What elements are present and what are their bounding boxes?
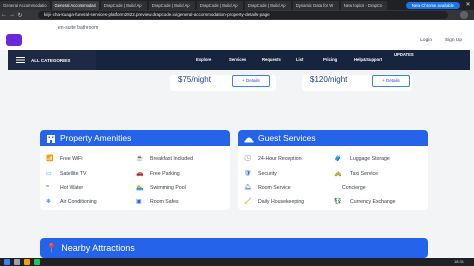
new-chrome-button[interactable]: New Chrome available <box>405 2 460 9</box>
explorer-icon[interactable] <box>24 259 30 265</box>
car-icon: 🚗 <box>136 171 144 177</box>
clock-icon: 🕓 <box>244 156 252 162</box>
menu-updates[interactable]: UPDATES <box>394 52 414 57</box>
chrome-icon[interactable] <box>34 259 40 265</box>
back-icon[interactable]: ← <box>0 12 8 18</box>
building-icon <box>46 133 56 143</box>
service-item: 24-Hour Reception <box>258 156 302 162</box>
menu-list[interactable]: List <box>296 57 303 62</box>
browser-tab[interactable]: DrapCode | Build Ap <box>244 0 291 10</box>
price-card: $75/night + Details <box>170 75 276 91</box>
guest-services-card: Guest Services 🕓 24-Hour Reception 🛡 Sec… <box>238 130 428 210</box>
menu-help-support[interactable]: Help&Support <box>354 57 382 62</box>
nearby-attractions-header: 📍 Nearby Attractions <box>40 238 428 258</box>
water-icon: ≈ <box>46 184 50 190</box>
forward-icon[interactable]: → <box>8 12 16 18</box>
concierge-bell-icon <box>244 133 254 143</box>
luggage-icon: 🧳 <box>334 156 342 162</box>
snowflake-icon: ❄ <box>46 199 52 205</box>
service-item: Concierge <box>342 185 366 191</box>
clock: 18:31 <box>453 259 464 264</box>
services-title: Guest Services <box>258 133 316 143</box>
property-amenities-card: Property Amenities 📶 Free WiFi ▭ Satelli… <box>40 130 230 210</box>
amenities-header: Property Amenities <box>40 130 230 146</box>
service-item: Luggage Storage <box>350 156 390 162</box>
service-item: Security <box>258 171 277 177</box>
amenity-item: Free WiFi <box>60 156 83 162</box>
shield-icon: 🛡 <box>244 171 252 177</box>
menu-requests[interactable]: Requests <box>262 57 281 62</box>
signup-link[interactable]: Sign Up <box>445 38 462 43</box>
map-pin-icon: 📍 <box>46 242 58 253</box>
browser-tab-active[interactable]: General Accommodati <box>51 0 99 10</box>
address-bar: ← → ↻ kiijii-cha-kuaga-funeral-services-… <box>0 10 474 20</box>
price: $75/night <box>178 75 211 84</box>
close-window-icon[interactable]: ✕ <box>463 1 473 9</box>
browser-tab[interactable]: New topics - DrapCo <box>340 0 387 10</box>
safe-icon: ▣ <box>136 199 142 205</box>
browser-tab[interactable]: DrapCode | Build Ap <box>100 0 147 10</box>
amenity-item: Air Conditioning <box>60 199 97 205</box>
profile-avatar[interactable] <box>460 11 468 19</box>
currency-icon: 💱 <box>334 199 342 205</box>
site-header: en-suite bathroom Login Sign Up <box>0 20 474 50</box>
price-card: $120/night + Details <box>302 75 412 91</box>
main-menu: Explore Services Requests List Pricing H… <box>96 50 470 70</box>
details-button[interactable]: + Details <box>372 75 410 87</box>
amenity-item: Free Parking <box>150 171 180 177</box>
browser-tab-strip: General Accommodatio General Accommodati… <box>0 0 474 10</box>
amenities-title: Property Amenities <box>60 133 132 143</box>
service-item: Room Service <box>258 185 291 191</box>
service-item: Taxi Service <box>350 171 378 177</box>
site-logo[interactable] <box>6 34 22 46</box>
coffee-icon: ☕ <box>136 156 144 162</box>
menu-services[interactable]: Services <box>229 57 246 62</box>
amenity-item: Swimming Pool <box>150 185 186 191</box>
browser-tab[interactable]: Dynamic Data for W <box>292 0 339 10</box>
all-categories-button[interactable]: ALL CATEGORIES <box>8 50 96 70</box>
room-service-icon: 🛎 <box>244 185 252 191</box>
browser-tab[interactable]: DrapCode | Build Ap <box>148 0 195 10</box>
pool-icon: 🏊 <box>136 185 144 191</box>
reload-icon[interactable]: ↻ <box>16 12 24 19</box>
suite-text: en-suite bathroom <box>58 25 99 31</box>
login-link[interactable]: Login <box>420 38 432 43</box>
url-input[interactable]: kiijii-cha-kuaga-funeral-services-platfo… <box>38 11 448 19</box>
broom-icon: 🧹 <box>244 199 252 205</box>
amenity-item: Breakfast Included <box>150 156 193 162</box>
service-item: Daily Housekeeping <box>258 199 305 205</box>
details-button[interactable]: + Details <box>232 75 270 87</box>
attractions-title: Nearby Attractions <box>61 243 135 253</box>
search-icon[interactable] <box>14 259 20 265</box>
windows-icon[interactable] <box>4 259 10 265</box>
price: $120/night <box>310 75 348 84</box>
menu-explore[interactable]: Explore <box>196 57 211 62</box>
amenity-item: Hot Water <box>60 185 84 191</box>
all-categories-label: ALL CATEGORIES <box>31 57 71 63</box>
hamburger-icon <box>16 57 25 63</box>
service-item: Currency Exchange <box>350 199 396 205</box>
browser-tab[interactable]: DrapCode | Build Ap <box>196 0 243 10</box>
browser-tab[interactable]: General Accommodatio <box>0 0 50 10</box>
taskbar: 18:31 <box>0 258 474 266</box>
tv-icon: ▭ <box>46 171 52 177</box>
services-header: Guest Services <box>238 130 428 146</box>
taxi-icon: 🚕 <box>334 171 342 177</box>
amenity-item: Satellite TV <box>60 171 87 177</box>
menu-pricing[interactable]: Pricing <box>323 57 337 62</box>
amenity-item: Room Safes <box>150 199 179 205</box>
wifi-icon: 📶 <box>46 156 54 162</box>
